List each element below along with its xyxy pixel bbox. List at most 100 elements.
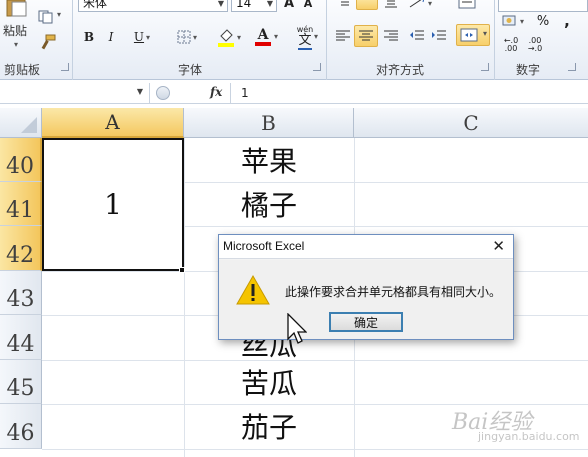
wrap-text-icon	[458, 0, 476, 9]
align-center-icon	[359, 30, 373, 41]
increase-indent-button[interactable]	[428, 26, 450, 46]
dialog-title-bar[interactable]: Microsoft Excel ✕	[219, 235, 513, 259]
underline-label: U	[133, 30, 145, 44]
italic-label: I	[108, 30, 114, 44]
cell-b41[interactable]: 橘子	[184, 182, 354, 226]
number-launcher-icon[interactable]	[568, 63, 576, 71]
dialog-message: 此操作要求合并单元格都具有相同大小。	[285, 285, 502, 299]
decrease-decimal-icon: →.0	[527, 44, 543, 53]
fill-handle[interactable]	[179, 267, 185, 273]
formula-bar: ▼ fx 1	[0, 82, 588, 104]
percent-style-button[interactable]: %	[534, 12, 552, 30]
align-top-button[interactable]	[334, 0, 356, 10]
shrink-font-icon: A	[303, 0, 313, 10]
increase-indent-icon	[432, 30, 446, 40]
ok-button[interactable]: 确定	[329, 312, 403, 332]
font-color-icon: A	[257, 27, 269, 43]
chevron-down-icon[interactable]: ▾	[274, 32, 278, 41]
align-middle-button[interactable]	[356, 0, 378, 10]
copy-button[interactable]: ▾	[38, 10, 66, 26]
row-header[interactable]: 42	[0, 226, 42, 271]
align-left-icon	[336, 30, 350, 41]
clipboard-launcher-icon[interactable]	[61, 63, 69, 71]
cell-b46[interactable]: 茄子	[184, 404, 354, 448]
chevron-down-icon: ▾	[192, 32, 197, 42]
font-name-value: 宋体	[83, 0, 108, 10]
merged-cell-a40-a42[interactable]: 1	[42, 138, 184, 271]
name-box[interactable]: ▼	[0, 83, 150, 103]
align-right-icon	[384, 30, 398, 41]
row-header[interactable]: 45	[0, 360, 42, 404]
comma-style-button[interactable]: ,	[558, 12, 576, 30]
cell-b45[interactable]: 苦瓜	[184, 360, 354, 404]
row-header[interactable]: 46	[0, 404, 42, 449]
chevron-down-icon[interactable]: ▾	[314, 32, 318, 41]
orientation-icon	[409, 0, 424, 8]
alignment-group-label: 对齐方式	[376, 63, 425, 77]
group-separator	[494, 0, 495, 80]
merge-center-button[interactable]: ▾	[456, 24, 490, 46]
chevron-down-icon[interactable]: ▼	[137, 87, 143, 96]
ribbon: 粘贴 ▾ ▾ 剪贴板 宋体 ▼ 14 ▼ A A B I U ▾ ▾ ▾ A ▾…	[0, 0, 588, 80]
formula-bar-resize-icon[interactable]	[156, 86, 170, 100]
bold-button[interactable]: B	[80, 28, 98, 46]
increase-decimal-button[interactable]: ←.0 .00	[500, 36, 522, 54]
chevron-down-icon: ▾	[427, 0, 432, 8]
number-format-select[interactable]	[498, 0, 588, 12]
chevron-down-icon: ▾	[236, 32, 241, 42]
italic-button[interactable]: I	[102, 28, 120, 46]
decrease-indent-icon	[410, 30, 424, 40]
font-group-label: 字体	[178, 63, 203, 77]
align-top-icon	[341, 1, 349, 6]
chevron-down-icon: ▾	[146, 32, 151, 42]
watermark: Bai经验 jingyan.baidu.com	[452, 404, 588, 450]
formula-buttons: fx	[150, 83, 230, 103]
increase-decimal-label: .00	[504, 44, 518, 53]
font-color-swatch	[255, 42, 271, 46]
group-separator	[72, 0, 73, 80]
column-header-c[interactable]: C	[354, 108, 588, 138]
column-header-b[interactable]: B	[184, 108, 354, 138]
accounting-format-button[interactable]: ▾	[500, 12, 526, 30]
borders-button[interactable]: ▾	[170, 28, 204, 46]
number-group-label: 数字	[516, 63, 541, 77]
format-painter-button[interactable]	[38, 34, 58, 52]
align-left-button[interactable]	[332, 26, 354, 46]
shrink-font-button[interactable]: A	[300, 0, 316, 10]
wrap-text-button[interactable]	[456, 0, 478, 10]
decrease-decimal-button[interactable]: .00 →.0	[524, 36, 546, 54]
font-launcher-icon[interactable]	[313, 63, 321, 71]
row-header[interactable]: 40	[0, 138, 42, 182]
warning-icon	[236, 274, 270, 305]
close-icon[interactable]: ✕	[492, 237, 505, 255]
fill-color-button[interactable]: ▾	[212, 26, 246, 48]
phonetic-guide-icon: 文	[298, 32, 312, 50]
underline-button[interactable]: U ▾	[124, 28, 160, 46]
align-center-button[interactable]	[354, 25, 378, 47]
decrease-indent-button[interactable]	[406, 26, 428, 46]
align-bottom-button[interactable]	[380, 0, 402, 10]
row-header[interactable]: 44	[0, 315, 42, 360]
formula-input[interactable]: 1	[230, 83, 588, 103]
accounting-icon	[502, 15, 516, 26]
alert-dialog: Microsoft Excel ✕ 此操作要求合并单元格都具有相同大小。 确定	[218, 234, 514, 340]
chevron-down-icon: ▾	[482, 29, 487, 38]
select-all-button[interactable]	[0, 108, 42, 138]
row-header[interactable]: 41	[0, 182, 42, 226]
column-header-a[interactable]: A	[42, 108, 184, 138]
paste-button[interactable]: 粘贴 ▾	[0, 0, 32, 56]
align-right-button[interactable]	[380, 26, 402, 46]
font-size-select[interactable]: 14 ▼	[231, 0, 277, 12]
chevron-down-icon: ▾	[519, 16, 524, 26]
paste-icon	[6, 0, 27, 17]
orientation-button[interactable]: ▾	[406, 0, 434, 10]
copy-dropdown-icon: ▾	[57, 10, 62, 19]
alignment-launcher-icon[interactable]	[481, 63, 489, 71]
insert-function-button[interactable]: fx	[210, 85, 222, 99]
paste-label: 粘贴	[3, 24, 28, 38]
row-header[interactable]: 43	[0, 271, 42, 315]
mouse-pointer-icon	[287, 313, 307, 344]
font-name-select[interactable]: 宋体 ▼	[78, 0, 228, 12]
grow-font-button[interactable]: A	[281, 0, 297, 11]
cell-b40[interactable]: 苹果	[184, 138, 354, 182]
